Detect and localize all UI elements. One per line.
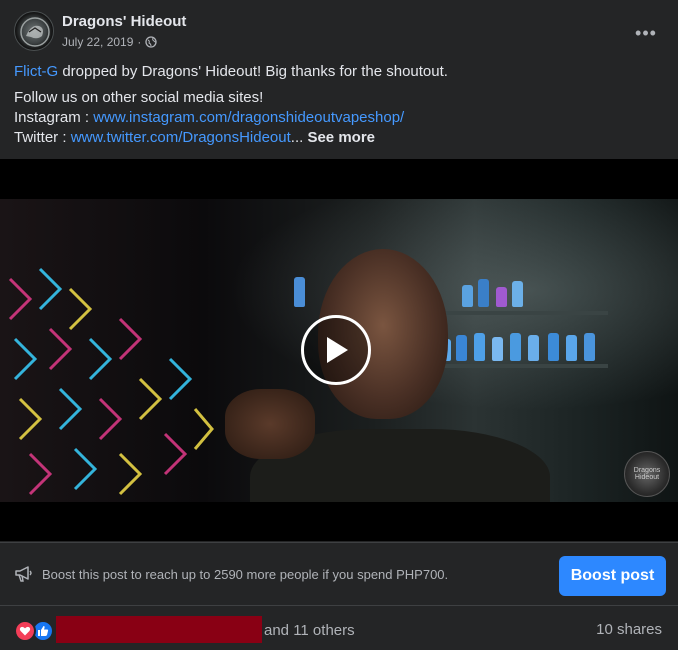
heart-icon xyxy=(19,626,31,636)
ellipsis: ... xyxy=(290,129,304,146)
page-avatar[interactable] xyxy=(14,11,54,51)
video-player[interactable]: Dragons Hideout xyxy=(0,159,678,541)
globe-icon[interactable] xyxy=(145,36,158,48)
bottle xyxy=(294,277,305,307)
shelf-bottom xyxy=(438,364,608,368)
page-name[interactable]: Dragons' Hideout xyxy=(62,13,186,30)
instagram-label: Instagram : xyxy=(14,109,94,126)
post-date[interactable]: July 22, 2019 xyxy=(62,35,133,49)
bottle xyxy=(492,337,503,361)
bottle xyxy=(474,333,485,361)
post-line-1-text: dropped by Dragons' Hideout! Big thanks … xyxy=(58,63,448,80)
bottle xyxy=(548,333,559,361)
play-button[interactable] xyxy=(301,315,371,385)
dragon-logo-icon xyxy=(20,17,50,47)
post-header: Dragons' Hideout July 22, 2019 · ••• xyxy=(14,11,664,55)
bottle xyxy=(510,333,521,361)
bottle xyxy=(566,335,577,361)
video-watermark-logo: Dragons Hideout xyxy=(624,451,670,497)
bottle xyxy=(462,285,473,307)
reactions-bar: and 11 others 10 shares xyxy=(14,615,664,645)
redacted-names xyxy=(56,616,262,643)
bottle xyxy=(478,279,489,307)
bottle xyxy=(456,335,467,361)
facebook-post: Dragons' Hideout July 22, 2019 · ••• Fli… xyxy=(0,0,678,650)
mention-link[interactable]: Flict-G xyxy=(14,63,58,80)
twitter-label: Twitter : xyxy=(14,129,71,146)
bottle xyxy=(528,335,539,361)
reactions-others-text[interactable]: and 11 others xyxy=(264,622,355,639)
watermark-text: Dragons Hideout xyxy=(633,467,661,481)
thumbs-up-icon xyxy=(38,626,49,636)
bottle xyxy=(584,333,595,361)
love-icon[interactable] xyxy=(14,620,36,642)
shelf-top xyxy=(438,311,608,315)
boost-promo-text: Boost this post to reach up to 2590 more… xyxy=(42,567,449,582)
neon-pattern-decoration xyxy=(8,267,214,496)
post-text: Flict-G dropped by Dragons' Hideout! Big… xyxy=(14,62,664,148)
post-meta: July 22, 2019 · xyxy=(62,35,158,49)
instagram-line: Instagram : www.instagram.com/dragonshid… xyxy=(14,108,664,128)
play-icon xyxy=(327,337,348,363)
shares-count[interactable]: 10 shares xyxy=(596,621,662,638)
bottle xyxy=(512,281,523,307)
boost-bar: Boost this post to reach up to 2590 more… xyxy=(0,542,678,606)
person-hand xyxy=(225,389,315,459)
twitter-line: Twitter : www.twitter.com/DragonsHideout… xyxy=(14,128,664,148)
post-line-1: Flict-G dropped by Dragons' Hideout! Big… xyxy=(14,62,664,82)
post-line-2: Follow us on other social media sites! xyxy=(14,89,264,106)
twitter-link[interactable]: www.twitter.com/DragonsHideout xyxy=(71,129,291,146)
meta-separator: · xyxy=(137,35,142,49)
more-horizontal-icon: ••• xyxy=(635,22,657,43)
see-more-link[interactable]: See more xyxy=(303,129,375,146)
more-options-button[interactable]: ••• xyxy=(628,15,664,51)
boost-post-button[interactable]: Boost post xyxy=(559,556,666,596)
bottle xyxy=(496,287,507,307)
megaphone-icon xyxy=(15,566,32,582)
instagram-link[interactable]: www.instagram.com/dragonshideoutvapeshop… xyxy=(93,109,404,126)
